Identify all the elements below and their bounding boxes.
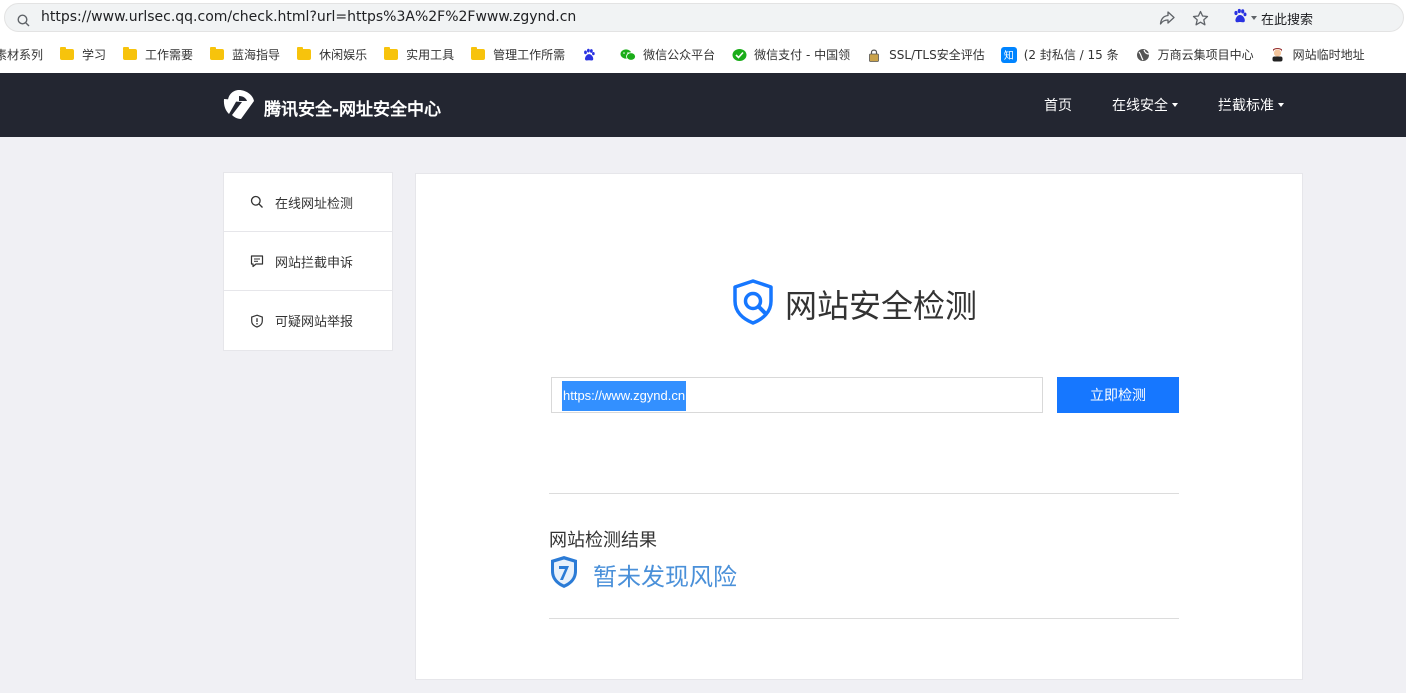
bookmark-item[interactable]: 网站临时地址 [1270, 46, 1365, 63]
bookmark-label: 网站临时地址 [1292, 48, 1365, 62]
url-input-value[interactable]: https://www.zgynd.cn [562, 381, 687, 411]
shield-search-icon [731, 279, 775, 329]
nav-item-home[interactable]: 首页 [1044, 95, 1072, 115]
caret-down-icon [1278, 103, 1284, 107]
bookmark-item[interactable]: 素材系列 [0, 46, 43, 63]
baidu-paw-icon [1232, 8, 1248, 28]
search-engine-box[interactable]: 在此搜索 [1232, 8, 1393, 28]
address-bar[interactable]: https://www.urlsec.qq.com/check.html?url… [4, 3, 1404, 32]
bookmarks-bar: 素材系列 学习 工作需要 蓝海指导 休闲娱乐 实用工具 管理工作所需 微信公众平台 微信支付 -… [0, 36, 1406, 73]
folder-icon [470, 47, 486, 62]
url-input[interactable]: https://www.zgynd.cn [551, 377, 1043, 413]
safe-shield-icon [549, 555, 579, 593]
chevron-down-icon [1250, 16, 1257, 20]
bookmark-item[interactable]: SSL/TLS安全评估 [866, 46, 985, 63]
bookmark-item[interactable]: 微信公众平台 [620, 46, 715, 63]
bookmark-label: 蓝海指导 [232, 48, 281, 62]
bookmark-label: 管理工作所需 [493, 48, 566, 62]
caret-down-icon [1172, 103, 1178, 107]
bookmark-item[interactable]: 工作需要 [122, 46, 193, 63]
address-url[interactable]: https://www.urlsec.qq.com/check.html?url… [41, 9, 576, 25]
nav-label: 首页 [1044, 98, 1072, 114]
side-item-label: 可疑网站举报 [275, 315, 354, 330]
side-item-label: 网站拦截申诉 [275, 255, 354, 271]
brand-name: 腾讯安全-网址安全中心 [264, 99, 442, 120]
baidu-paw-icon [581, 48, 597, 62]
nav-item-online-security[interactable]: 在线安全 [1112, 95, 1178, 115]
side-item-url-check[interactable]: 在线网址检测 [224, 173, 392, 232]
result-status: 暂未发现风险 [549, 555, 737, 593]
divider [549, 618, 1179, 619]
folder-icon [209, 47, 225, 62]
search-icon [250, 195, 264, 209]
bookmark-label: 学习 [82, 48, 107, 62]
side-item-report[interactable]: 可疑网站举报 [224, 291, 392, 350]
folder-icon [296, 47, 312, 62]
bookmark-item[interactable]: 休闲娱乐 [296, 46, 367, 63]
shield-icon [250, 314, 264, 328]
avatar-icon [1270, 48, 1286, 62]
bookmark-label: SSL/TLS安全评估 [889, 48, 985, 62]
bookmark-item[interactable]: 学习 [59, 46, 106, 63]
side-menu: 在线网址检测 网站拦截申诉 可疑网站举报 [223, 172, 393, 351]
bookmark-item[interactable] [581, 48, 604, 62]
bookmark-item[interactable]: 管理工作所需 [470, 46, 565, 63]
bookmark-label: (2 封私信 / 15 条 [1023, 48, 1119, 62]
wechat-pay-icon [731, 48, 747, 62]
lock-icon [866, 48, 882, 62]
bookmark-item[interactable]: 蓝海指导 [209, 46, 280, 63]
site-logo[interactable]: 腾讯安全-网址安全中心 [222, 88, 441, 126]
bookmark-label: 休闲娱乐 [319, 48, 368, 62]
page-title: 网站安全检测 [731, 279, 977, 329]
main-panel: 网站安全检测 https://www.zgynd.cn 立即检测 网站检测结果 … [415, 173, 1303, 680]
main-nav: 首页 在线安全 拦截标准 [1004, 73, 1284, 137]
star-icon[interactable] [1184, 10, 1218, 27]
browser-toolbar: https://www.urlsec.qq.com/check.html?url… [0, 0, 1406, 36]
bookmark-item[interactable]: 知 (2 封私信 / 15 条 [1000, 46, 1119, 63]
check-now-button[interactable]: 立即检测 [1057, 377, 1179, 413]
side-item-label: 在线网址检测 [275, 196, 354, 212]
share-icon[interactable] [1150, 10, 1184, 26]
bookmark-item[interactable]: 万商云集项目中心 [1135, 46, 1254, 63]
search-engine-label: 在此搜索 [1260, 12, 1313, 28]
folder-icon [122, 47, 138, 62]
search-icon [17, 12, 30, 31]
bookmark-label: 微信支付 - 中国领 [754, 48, 851, 62]
bookmark-label: 素材系列 [0, 48, 44, 62]
tencent-security-logo-icon [222, 88, 256, 126]
side-item-appeal[interactable]: 网站拦截申诉 [224, 232, 392, 291]
bookmark-label: 工作需要 [145, 48, 194, 62]
divider [549, 493, 1179, 494]
result-text: 暂未发现风险 [593, 562, 737, 591]
bookmark-label: 微信公众平台 [643, 48, 716, 62]
folder-icon [383, 47, 399, 62]
nav-item-block-standards[interactable]: 拦截标准 [1218, 95, 1284, 115]
bookmark-item[interactable]: 实用工具 [383, 46, 454, 63]
bookmark-label: 万商云集项目中心 [1157, 48, 1254, 62]
folder-icon [59, 47, 75, 62]
message-icon [250, 254, 264, 268]
nav-label: 拦截标准 [1218, 98, 1274, 114]
nav-label: 在线安全 [1112, 98, 1168, 114]
wechat-icon [620, 48, 637, 62]
bookmark-label: 实用工具 [406, 48, 455, 62]
zhihu-icon: 知 [1000, 46, 1017, 63]
result-label: 网站检测结果 [549, 530, 657, 551]
page-title-text: 网站安全检测 [785, 287, 978, 325]
bookmark-item[interactable]: 微信支付 - 中国领 [731, 46, 850, 63]
site-header: 腾讯安全-网址安全中心 首页 在线安全 拦截标准 [0, 73, 1406, 137]
globe-icon [1135, 48, 1151, 62]
